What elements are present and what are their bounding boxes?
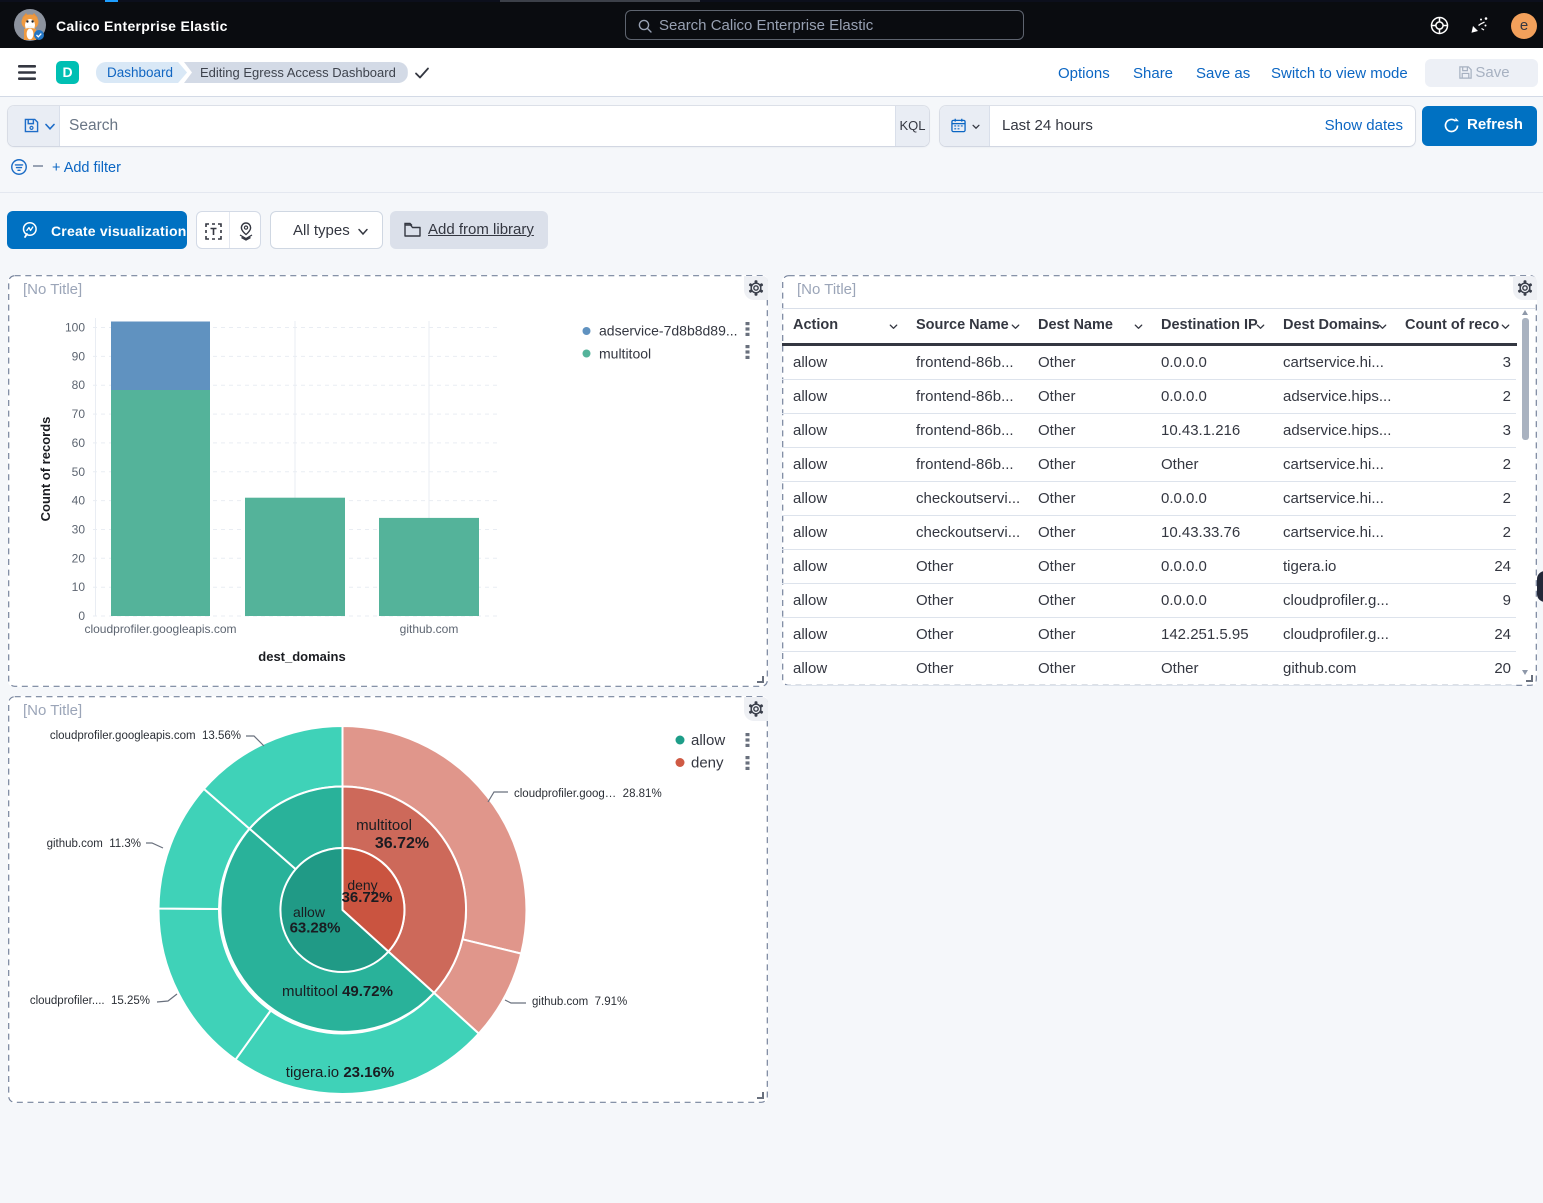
svg-text:60: 60 [72,436,86,450]
svg-text:cloudprofiler.googleapis.com: cloudprofiler.googleapis.com 13.56% [50,730,241,742]
svg-text:90: 90 [72,349,86,363]
svg-text:0: 0 [78,609,85,623]
svg-text:100: 100 [65,321,85,335]
svg-text:multitool: multitool [356,817,412,834]
svg-text:github.com: github.com [400,622,459,636]
svg-text:30: 30 [72,523,86,537]
svg-text:dest_domains: dest_domains [258,649,345,664]
svg-text:cloudprofiler.... 15.25%: cloudprofiler.... 15.25% [30,995,150,1007]
svg-text:50: 50 [72,465,86,479]
svg-text:63.28%: 63.28% [290,920,341,937]
svg-text:80: 80 [72,378,86,392]
svg-text:github.com 7.91%: github.com 7.91% [532,996,627,1008]
svg-text:10: 10 [72,580,86,594]
svg-text:40: 40 [72,494,86,508]
svg-text:cloudprofiler.goog… 28.81%: cloudprofiler.goog… 28.81% [514,788,662,800]
svg-text:36.72%: 36.72% [375,835,429,852]
svg-text:20: 20 [72,551,86,565]
svg-text:multitool 49.72%: multitool 49.72% [282,983,393,1000]
svg-text:allow: allow [293,904,326,920]
svg-text:36.72%: 36.72% [342,889,393,906]
svg-text:tigera.io 23.16%: tigera.io 23.16% [286,1064,394,1081]
svg-text:multitool: multitool [599,346,651,362]
svg-text:allow: allow [691,732,725,749]
svg-text:github.com 11.3%: github.com 11.3% [47,838,141,850]
svg-text:Count of records: Count of records [38,417,53,522]
svg-text:70: 70 [72,407,86,421]
svg-text:adservice-7d8b8d89...: adservice-7d8b8d89... [599,323,738,339]
svg-text:deny: deny [691,755,724,772]
svg-text:cloudprofiler.googleapis.com: cloudprofiler.googleapis.com [84,622,236,636]
